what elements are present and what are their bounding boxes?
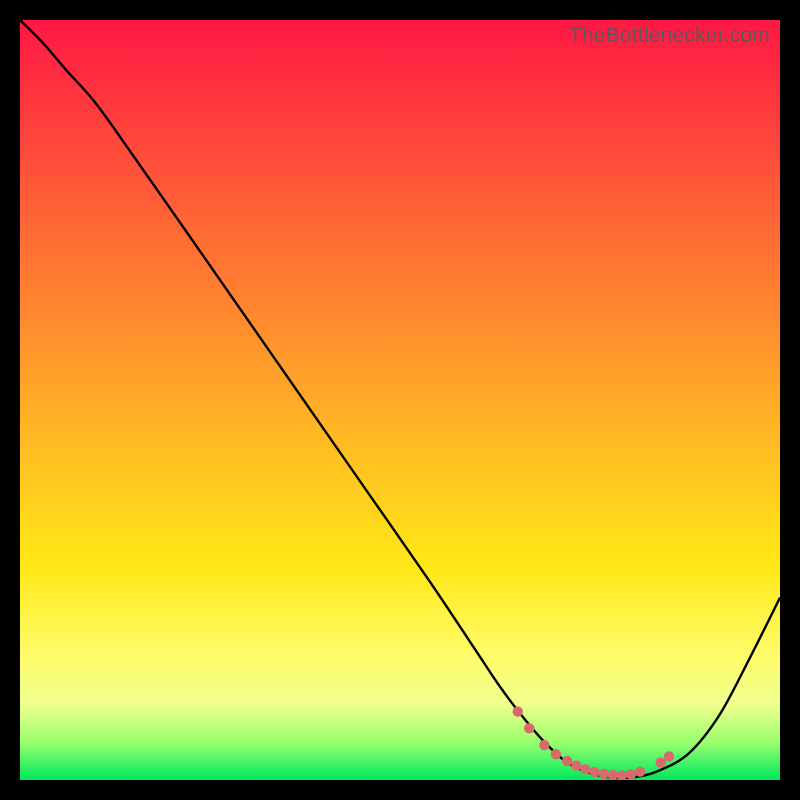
- gradient-background: [20, 20, 780, 780]
- chart-svg: [20, 20, 780, 780]
- marker-dot: [571, 760, 581, 770]
- marker-dot: [655, 757, 665, 767]
- marker-dot: [513, 706, 523, 716]
- marker-dot: [524, 723, 534, 733]
- marker-dot: [664, 751, 674, 761]
- marker-dot: [626, 769, 636, 779]
- marker-dot: [598, 769, 608, 779]
- marker-dot: [580, 764, 590, 774]
- marker-dot: [589, 767, 599, 777]
- chart-frame: TheBottlenecker.com: [20, 20, 780, 780]
- marker-dot: [539, 740, 549, 750]
- marker-dot: [608, 770, 618, 780]
- marker-dot: [551, 749, 561, 759]
- marker-dot: [562, 756, 572, 766]
- marker-dot: [635, 766, 645, 776]
- watermark-text: TheBottlenecker.com: [569, 24, 770, 48]
